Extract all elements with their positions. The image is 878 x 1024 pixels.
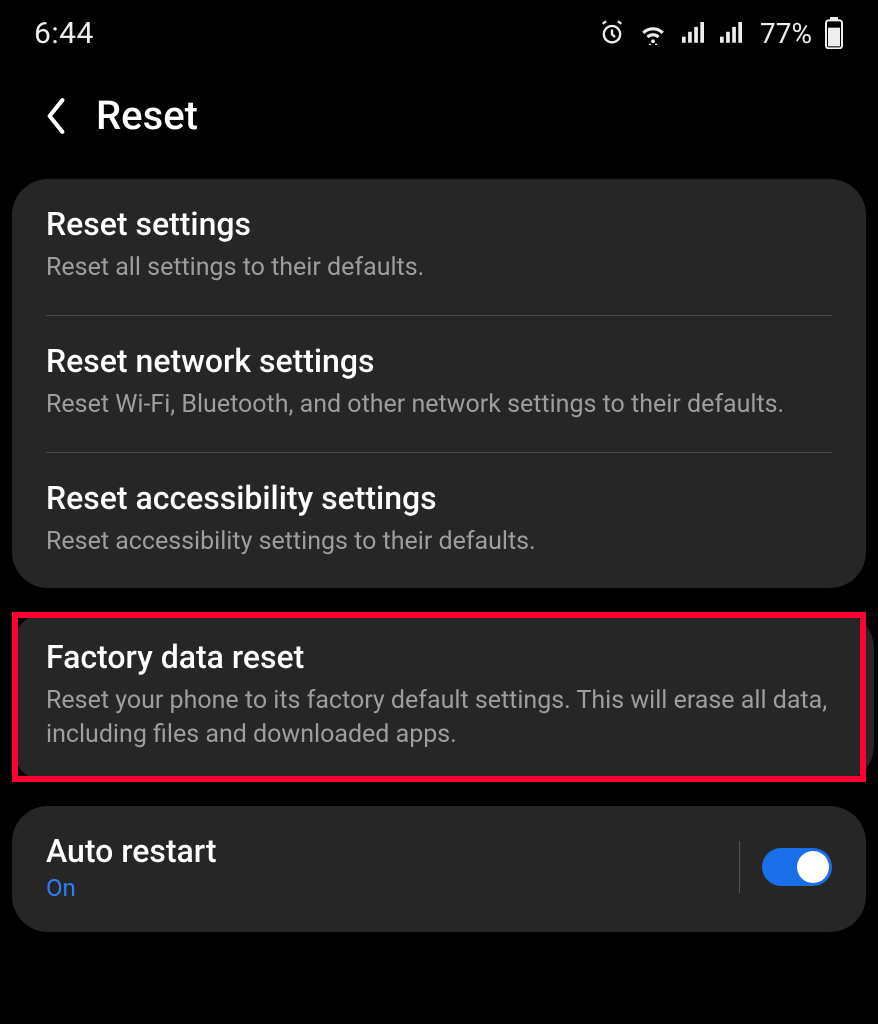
auto-restart-card: Auto restart On: [12, 806, 866, 932]
battery-percentage: 77%: [760, 17, 812, 50]
signal-bars-icon: [718, 22, 744, 44]
back-button[interactable]: [44, 97, 68, 135]
reset-options-card: Reset settings Reset all settings to the…: [12, 179, 866, 588]
status-time: 6:44: [34, 16, 94, 51]
auto-restart-item[interactable]: Auto restart On: [12, 806, 866, 932]
page-header: Reset: [0, 62, 878, 179]
signal-bars-icon: [680, 22, 706, 44]
item-title: Reset network settings: [46, 342, 832, 380]
chevron-left-icon: [44, 97, 68, 135]
reset-accessibility-settings-item[interactable]: Reset accessibility settings Reset acces…: [12, 453, 866, 589]
status-right: 77%: [598, 17, 844, 50]
item-title: Reset accessibility settings: [46, 479, 832, 517]
battery-icon: [824, 17, 844, 49]
wifi-icon: [638, 21, 668, 45]
reset-settings-item[interactable]: Reset settings Reset all settings to the…: [12, 179, 866, 315]
alarm-icon: [598, 19, 626, 47]
toggle-knob: [797, 851, 829, 883]
item-subtitle: Reset your phone to its factory default …: [46, 684, 832, 752]
factory-data-reset-item[interactable]: Factory data reset Reset your phone to i…: [12, 612, 866, 782]
auto-restart-toggle[interactable]: [762, 848, 832, 886]
item-title: Auto restart: [46, 832, 717, 870]
reset-network-settings-item[interactable]: Reset network settings Reset Wi-Fi, Blue…: [12, 316, 866, 452]
item-title: Factory data reset: [46, 638, 832, 676]
item-subtitle: Reset Wi-Fi, Bluetooth, and other networ…: [46, 388, 832, 422]
toggle-state-label: On: [46, 874, 717, 902]
item-subtitle: Reset all settings to their defaults.: [46, 251, 832, 285]
factory-reset-highlight: Factory data reset Reset your phone to i…: [12, 612, 866, 782]
status-bar: 6:44 77%: [0, 0, 878, 62]
divider: [739, 841, 740, 893]
item-subtitle: Reset accessibility settings to their de…: [46, 525, 832, 559]
page-title: Reset: [96, 92, 198, 139]
item-title: Reset settings: [46, 205, 832, 243]
